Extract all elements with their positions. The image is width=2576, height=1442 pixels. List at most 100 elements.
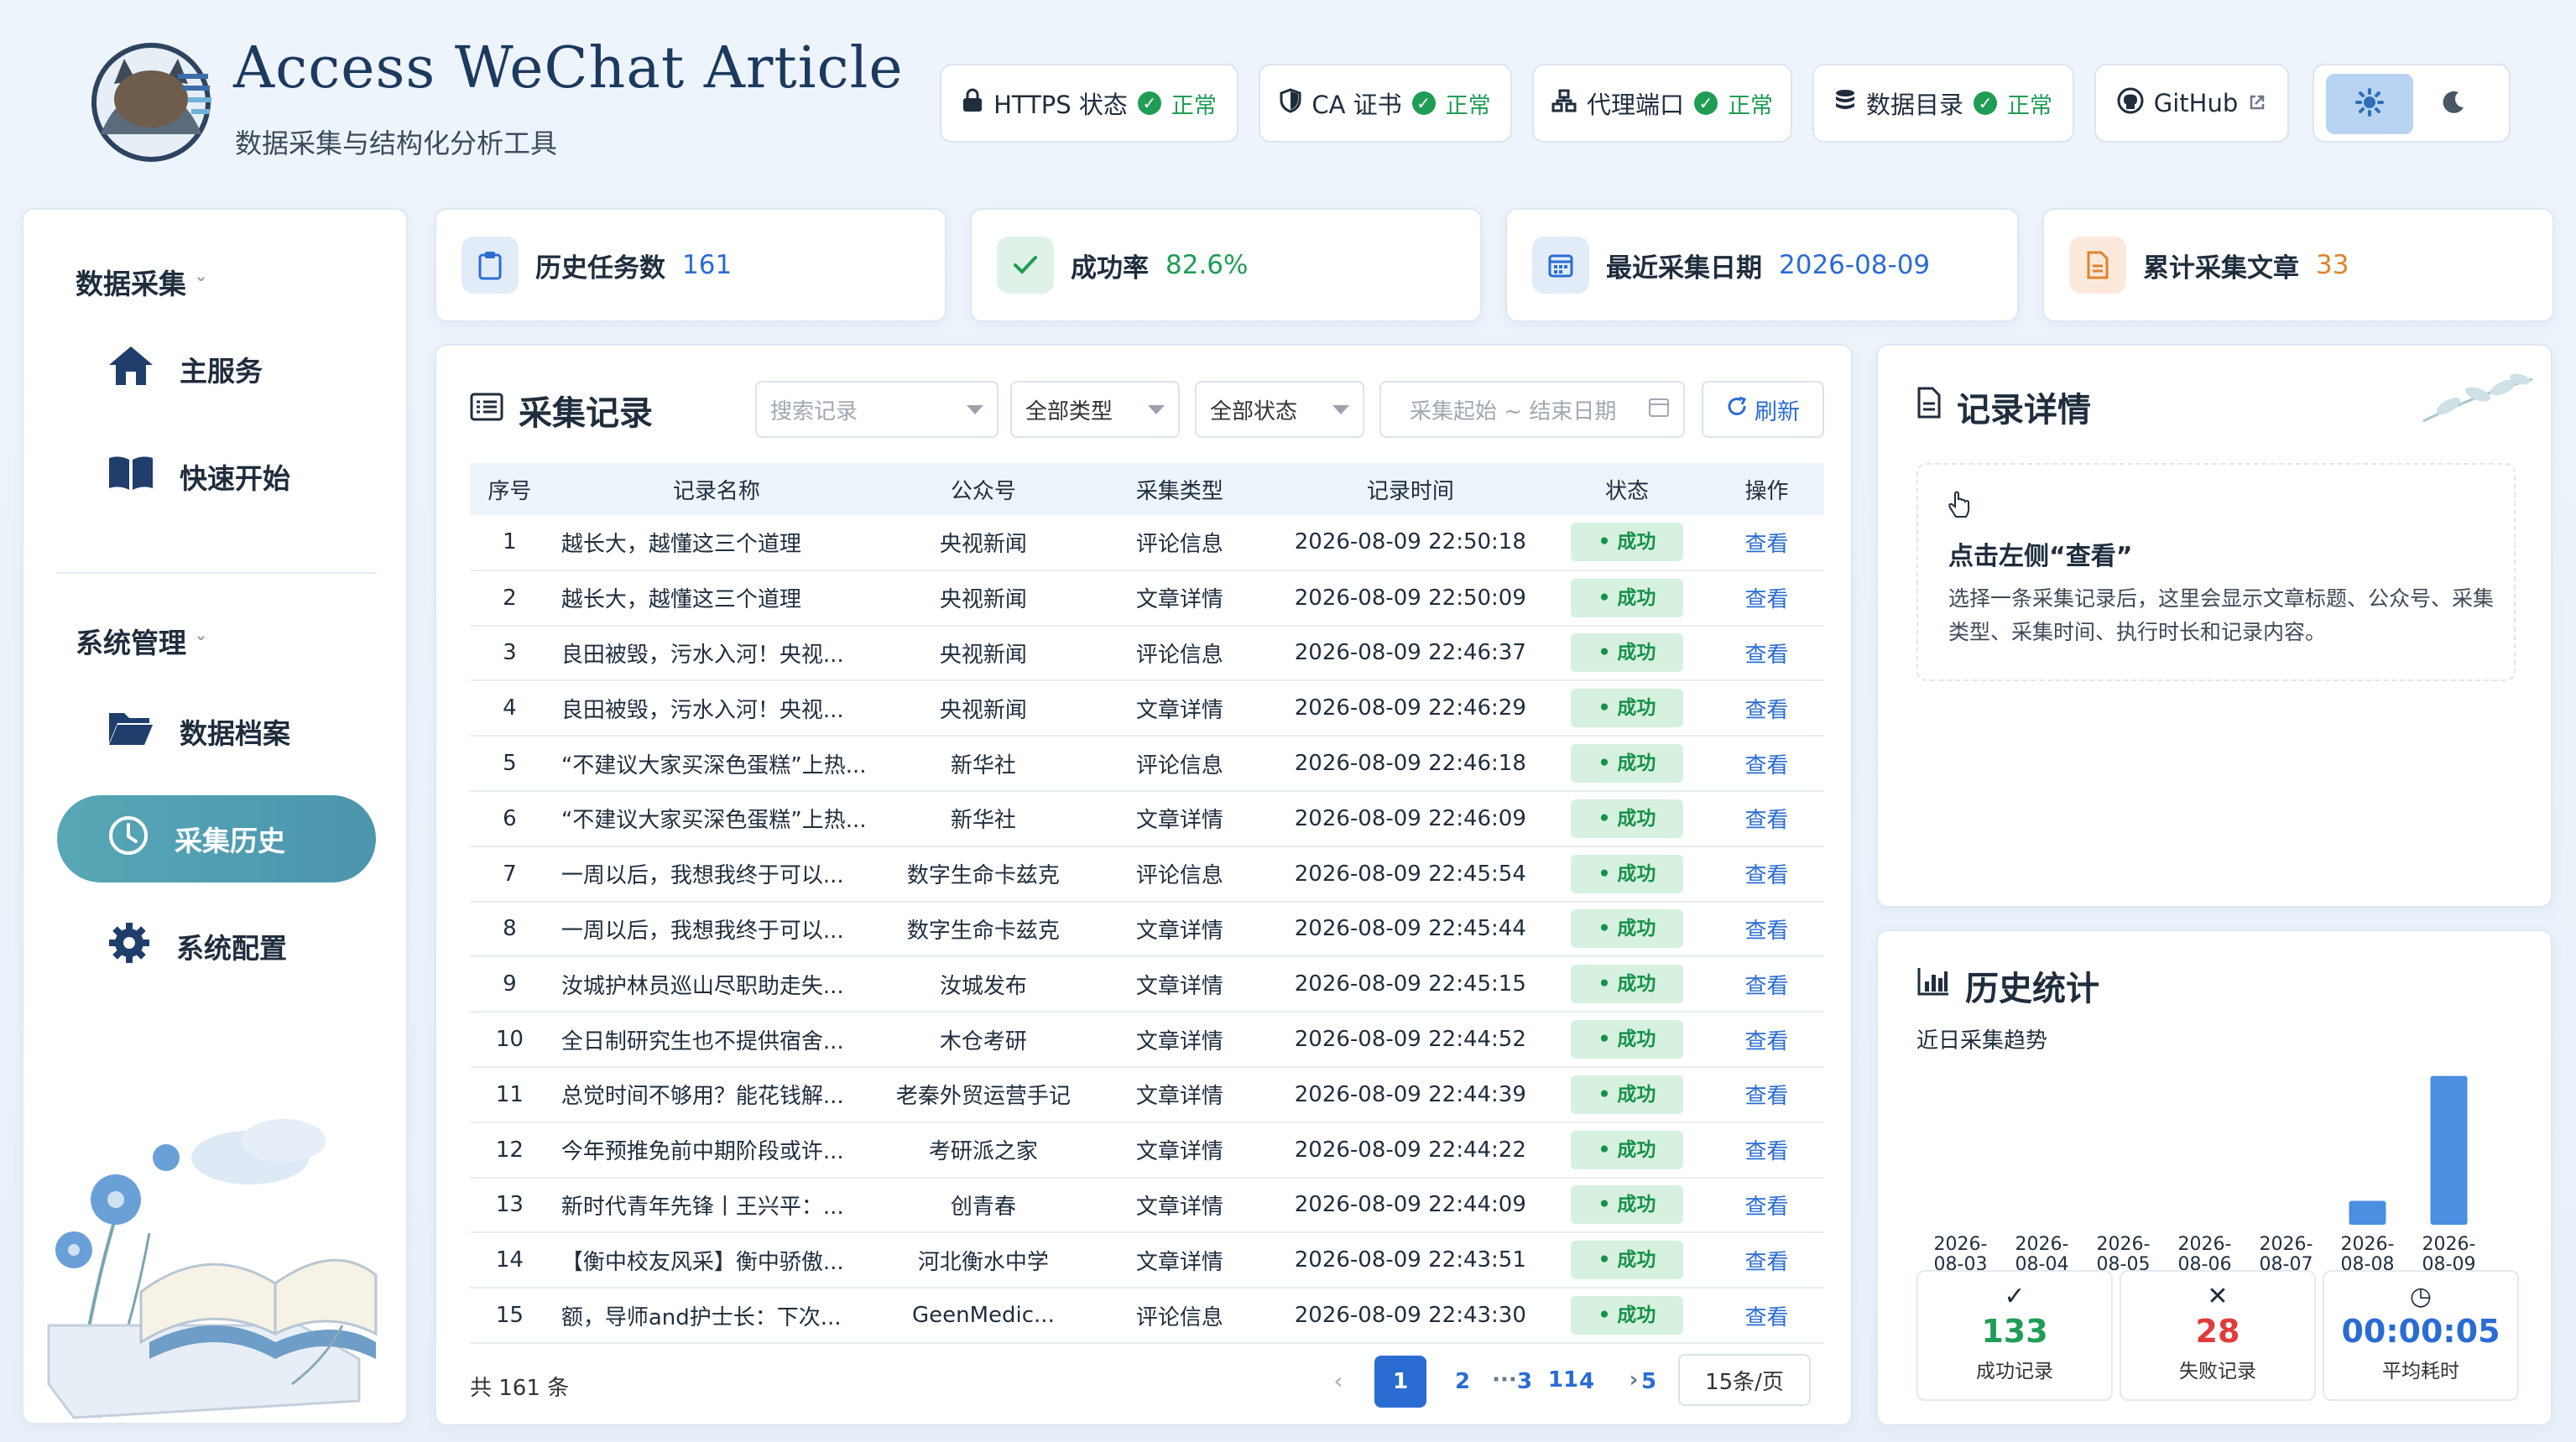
sidebar-item-label: 主服务 [180,355,263,388]
status-label: 成功 [1617,752,1656,775]
check-icon [997,237,1054,294]
view-link[interactable]: 查看 [1709,680,1824,736]
prev-page-button[interactable]: ‹ [1312,1356,1364,1408]
view-link[interactable]: 查看 [1709,570,1824,626]
view-link[interactable]: 查看 [1709,902,1824,957]
page-size-select[interactable]: 15条/页 [1678,1354,1811,1406]
record-time: 2026-08-09 22:44:52 [1294,1027,1526,1053]
page-button[interactable]: 1 [1374,1356,1426,1408]
status-label: 成功 [1617,1304,1656,1327]
type-filter-select[interactable]: 全部类型 [1010,381,1180,438]
status-filter-select[interactable]: 全部状态 [1195,381,1364,438]
data-dir-status[interactable]: 数据目录 ✓ 正常 [1812,64,2074,143]
view-link[interactable]: 查看 [1709,515,1824,570]
details-panel: 记录详情 点击左侧“查看” 选择一条采集记录后，这里会显示文章标题、公众号、采集… [1876,344,2553,908]
x-tick-label: 2026-08-06 [2178,1234,2232,1275]
date-range-input[interactable]: 采集起始 ~ 结束日期 [1379,381,1685,438]
check-circle-icon: ✓ [1137,91,1161,115]
github-link[interactable]: GitHub [2094,64,2289,143]
status-badge: • 成功 [1570,1296,1683,1335]
record-name: “不建议大家买深色蛋糕”上热... [561,752,867,778]
status-label: 成功 [1617,1194,1656,1216]
total-count: 共 161 条 [470,1376,570,1401]
view-link[interactable]: 查看 [1709,1232,1824,1288]
view-link[interactable]: 查看 [1709,1067,1824,1122]
theme-switch [2313,64,2511,143]
records-table: 序号 记录名称 公众号 采集类型 记录时间 状态 操作 1 越长大，越懂这三个道理… [470,463,1824,1344]
record-name: 【衡中校友风采】衡中骄傲... [561,1249,844,1275]
check-icon: ✓ [2004,1282,2026,1311]
refresh-button[interactable]: 刷新 [1702,381,1824,438]
dark-theme-button[interactable] [2410,74,2497,134]
record-time: 2026-08-09 22:44:39 [1294,1081,1526,1107]
light-theme-button[interactable] [2326,74,2413,134]
table-row: 7 一周以后，我想我终于可以... 数字生命卡兹克 评论信息 2026-08-09 22… [470,846,1824,902]
column-header: 状态 [1604,478,1649,504]
collect-type: 文章详情 [1135,918,1223,944]
status-dot-icon: • [1598,918,1618,940]
https-status[interactable]: HTTPS 状态 ✓ 正常 [940,64,1238,143]
row-index: 7 [503,861,517,887]
status-dot-icon: • [1598,862,1618,885]
external-link-icon [2248,89,2266,117]
view-link[interactable]: 查看 [1709,626,1824,681]
view-link[interactable]: 查看 [1709,846,1824,902]
status-cell: • 成功 [1545,1288,1709,1343]
ca-status[interactable]: CA 证书 ✓ 正常 [1259,64,1512,143]
record-name: 一周以后，我想我终于可以... [561,918,844,944]
collect-type: 文章详情 [1135,1084,1223,1110]
sidebar-item-quick-start[interactable]: 快速开始 [57,433,376,520]
app-logo [84,34,218,168]
record-time: 2026-08-09 22:46:29 [1294,695,1526,721]
check-circle-icon: ✓ [1974,91,1997,115]
status-label: 成功 [1617,918,1656,940]
status-badge: • 成功 [1570,1020,1683,1059]
view-link[interactable]: 查看 [1709,1122,1824,1178]
clipboard-icon [461,237,519,294]
row-index: 12 [495,1137,524,1163]
details-description: 选择一条采集记录后，这里会显示文章标题、公众号、采集类型、采集时间、执行时长和记… [1948,586,2495,644]
github-label: GitHub [2153,89,2239,117]
stat-value: 161 [682,250,733,280]
tile-value: 28 [2195,1313,2240,1350]
record-name: “不建议大家买深色蛋糕”上热... [561,808,867,834]
record-name: 越长大，越懂这三个道理 [561,531,801,557]
chevron-down-icon [1332,404,1349,414]
gear-icon [107,921,151,971]
check-circle-icon: ✓ [1694,91,1718,115]
app-title: Access WeChat Article [233,35,904,102]
table-row: 6 “不建议大家买深色蛋糕”上热... 新华社 文章详情 2026-08-09 22:4… [470,791,1824,846]
view-link[interactable]: 查看 [1709,791,1824,846]
view-link[interactable]: 查看 [1709,1288,1824,1343]
record-time: 2026-08-09 22:50:09 [1294,585,1526,611]
page-button[interactable]: 11 [1537,1354,1589,1406]
status-label: 成功 [1617,531,1656,554]
app-subtitle: 数据采集与结构化分析工具 [235,128,558,159]
view-link[interactable]: 查看 [1709,736,1824,791]
search-input[interactable]: 搜索记录 [755,381,999,438]
sidebar-item-main-service[interactable]: 主服务 [57,325,376,413]
collect-type: 文章详情 [1135,1139,1223,1165]
status-label: 成功 [1617,1138,1656,1161]
status-state: 正常 [1445,92,1491,119]
view-link[interactable]: 查看 [1709,1012,1824,1067]
leaf-decoration [2415,362,2541,441]
next-page-button[interactable]: › [1608,1354,1660,1406]
record-time: 2026-08-09 22:44:09 [1294,1192,1526,1218]
github-icon [2117,87,2144,120]
account-name: 数字生命卡兹克 [906,863,1060,889]
record-time: 2026-08-09 22:50:18 [1294,529,1526,555]
proxy-status[interactable]: 代理端口 ✓ 正常 [1532,64,1792,143]
status-label: 代理端口 [1586,91,1684,119]
stat-label: 累计采集文章 [2143,252,2299,284]
record-time: 2026-08-09 22:44:22 [1294,1137,1526,1163]
status-cell: • 成功 [1545,791,1709,846]
record-name: 额，导师and护士长：下次... [561,1304,842,1330]
sidebar-item-history[interactable]: 采集历史 [57,795,376,882]
sidebar-item-data-archive[interactable]: 数据档案 [57,688,376,775]
table-row: 8 一周以后，我想我终于可以... 数字生命卡兹克 文章详情 2026-08-09 22… [470,902,1824,957]
view-link[interactable]: 查看 [1709,956,1824,1012]
page-ellipsis[interactable]: ··· [1478,1354,1530,1406]
view-link[interactable]: 查看 [1709,1178,1824,1233]
row-index: 9 [503,971,517,997]
